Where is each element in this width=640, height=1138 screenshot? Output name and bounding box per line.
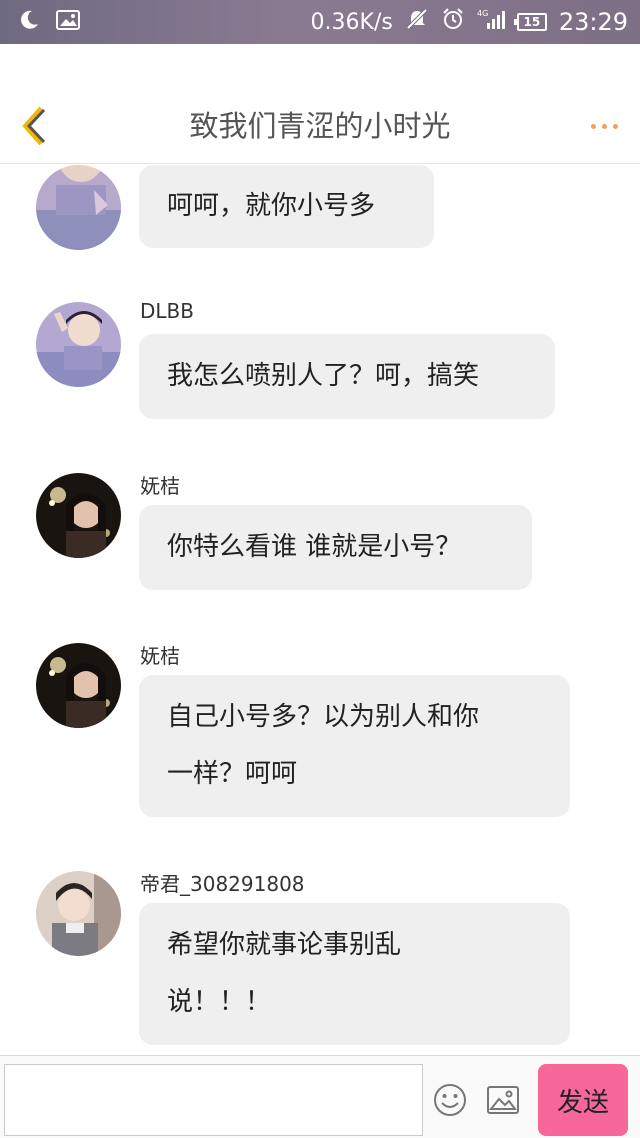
avatar[interactable] (36, 302, 121, 387)
message-bubble: 你特么看谁 谁就是小号？ (139, 505, 532, 590)
status-time: 23:29 (558, 8, 628, 36)
status-bar: 0.36K/s 4G 15 23:29 (0, 0, 640, 44)
image-picker-icon[interactable] (485, 1082, 521, 1118)
sender-name: DLBB (140, 299, 194, 323)
sender-name: 帝君_308291808 (140, 872, 305, 896)
message-input[interactable] (4, 1064, 423, 1136)
send-button[interactable]: 发送 (538, 1064, 628, 1136)
emoji-icon[interactable] (432, 1082, 468, 1118)
sender-name: 妩桔 (140, 474, 180, 498)
chat-screen: 0.36K/s 4G 15 23:29 致我们青涩的小时光 呵呵，就你小号多 D… (0, 0, 640, 1138)
avatar[interactable] (36, 643, 121, 728)
message-bubble: 希望你就事论事别乱 说！！！ (139, 903, 570, 1045)
page-title: 致我们青涩的小时光 (189, 109, 451, 143)
message-text: 你特么看谁 谁就是小号？ (167, 532, 462, 562)
image-icon (56, 10, 80, 34)
mute-icon (405, 8, 429, 36)
moon-icon (18, 9, 40, 35)
message-text: 希望你就事论事别乱 (167, 930, 402, 960)
battery-icon: 15 (513, 13, 547, 31)
avatar[interactable] (36, 165, 121, 250)
svg-text:4G: 4G (477, 9, 488, 18)
message-list[interactable]: 呵呵，就你小号多 DLBB 我怎么喷别人了？呵，搞笑 妩桔 你特么看谁 谁就是小… (0, 165, 640, 1055)
message-text: 一样？呵呵 (167, 759, 298, 789)
avatar[interactable] (36, 871, 121, 956)
message-text: 呵呵，就你小号多 (167, 191, 376, 221)
signal-4g-icon: 4G (477, 8, 505, 36)
alarm-icon (441, 7, 465, 37)
chat-header: 致我们青涩的小时光 (0, 88, 640, 164)
message-text: 我怎么喷别人了？呵，搞笑 (167, 361, 480, 391)
message-text: 说！！！ (167, 987, 272, 1017)
message-text: 自己小号多？以为别人和你 (167, 702, 480, 732)
more-dots-icon[interactable] (591, 112, 618, 140)
sender-name: 妩桔 (140, 644, 180, 668)
message-bubble: 自己小号多？以为别人和你 一样？呵呵 (139, 675, 570, 817)
input-bar: 发送 (0, 1055, 640, 1138)
message-bubble: 我怎么喷别人了？呵，搞笑 (139, 334, 555, 419)
message-bubble: 呵呵，就你小号多 (139, 165, 434, 248)
avatar[interactable] (36, 473, 121, 558)
network-speed: 0.36K/s (310, 9, 393, 35)
